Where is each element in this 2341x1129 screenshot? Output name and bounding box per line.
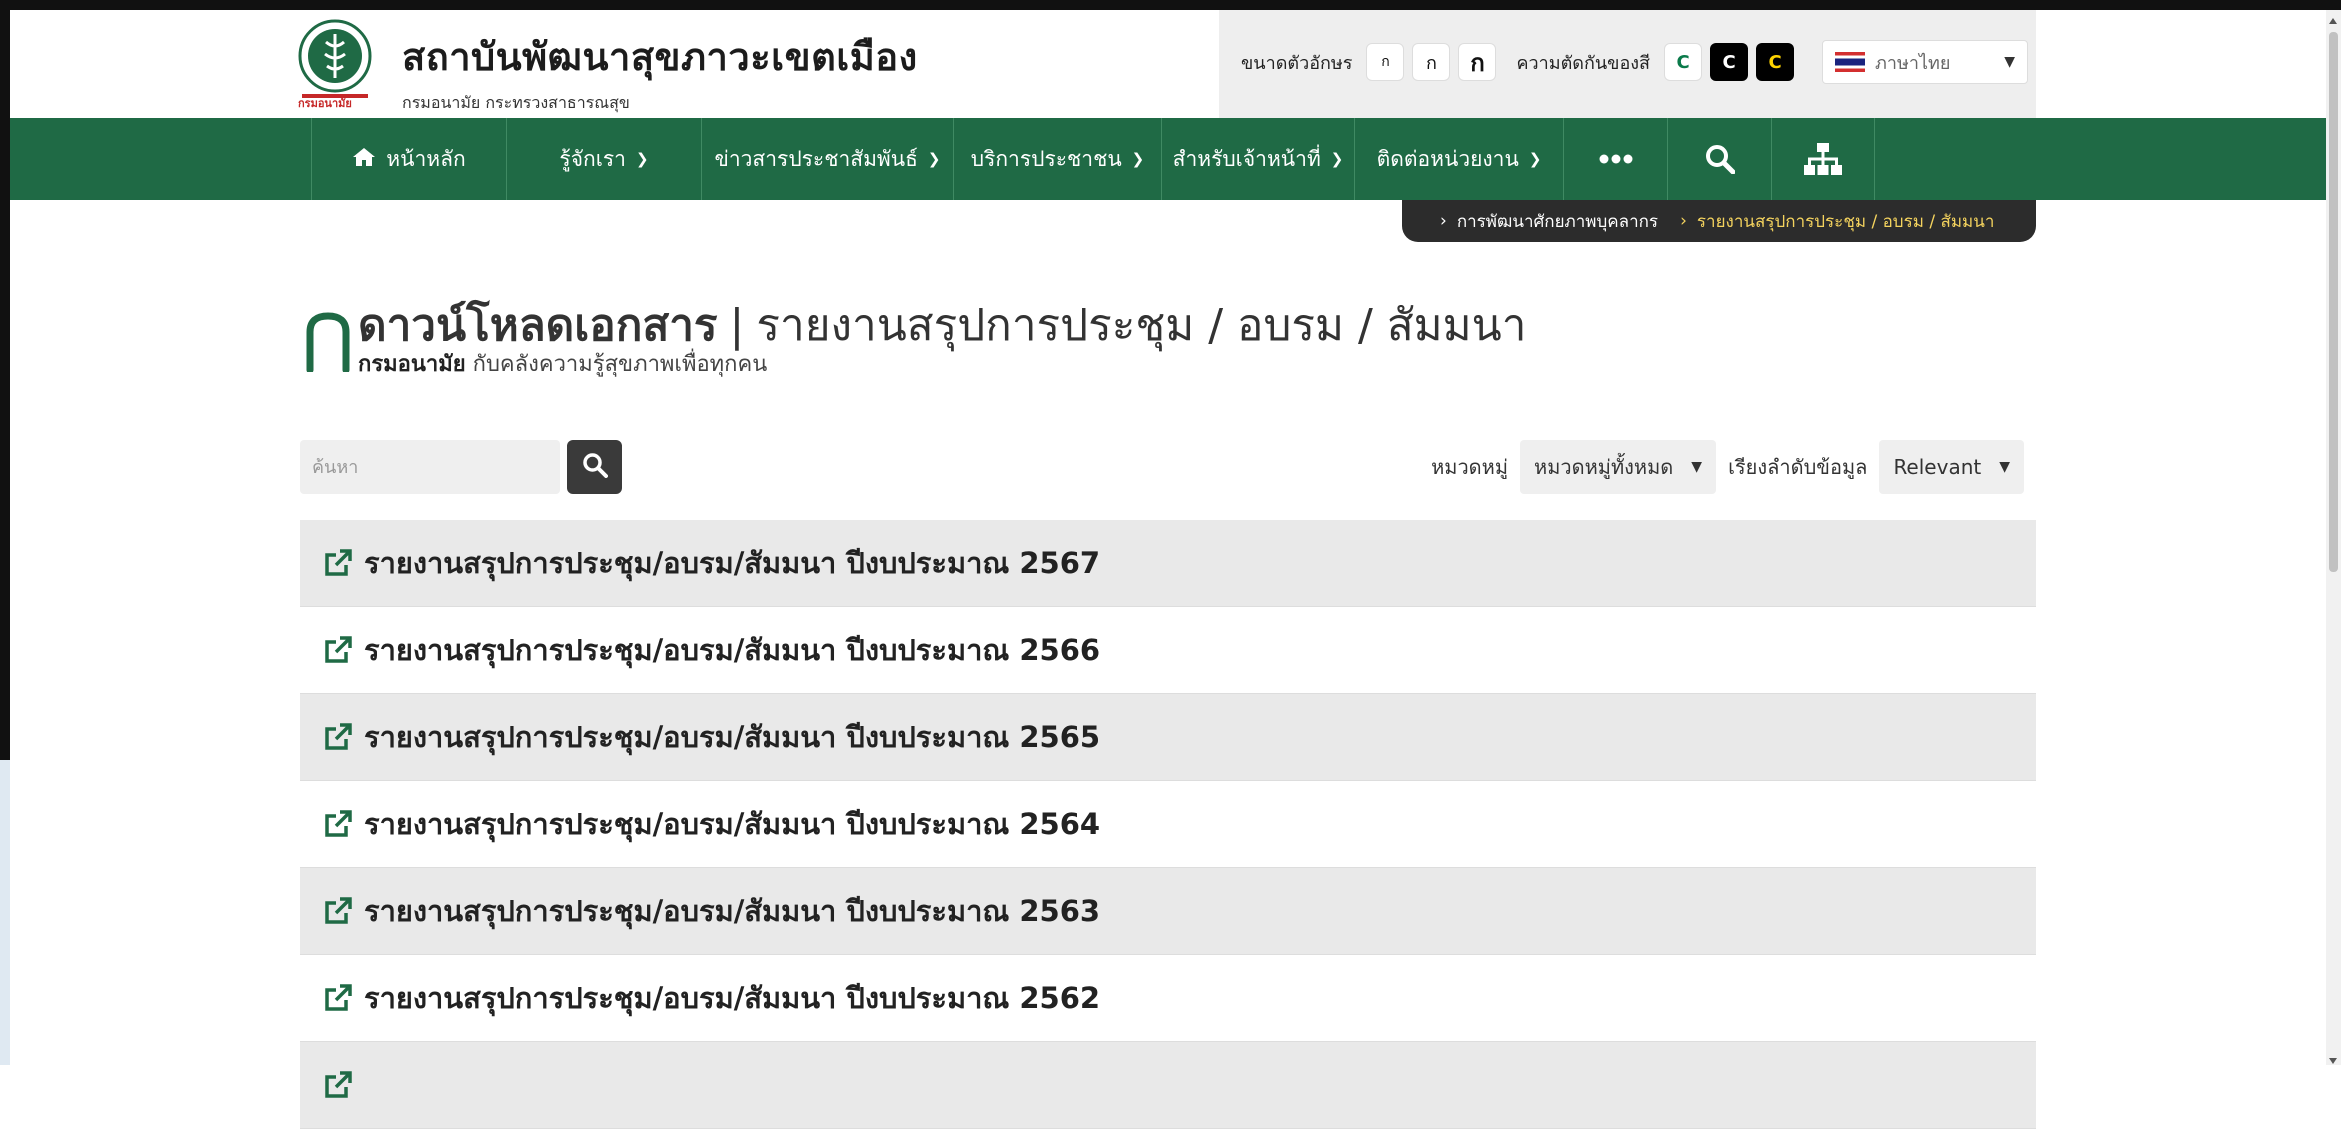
- contrast-label: ความตัดกันของสี: [1516, 52, 1651, 74]
- document-title[interactable]: รายงานสรุปการประชุม/อบรม/สัมมนา ปีงบประม…: [364, 627, 1100, 673]
- breadcrumb: › การพัฒนาศักยภาพบุคลากร › รายงานสรุปการ…: [1402, 200, 2036, 242]
- font-size-label: ขนาดตัวอักษร: [1241, 52, 1353, 74]
- language-value: ภาษาไทย: [1875, 52, 1951, 74]
- accessibility-toolbar: ขนาดตัวอักษร ก ก ก ความตัดกันของสี C C C…: [1219, 10, 2036, 118]
- ellipsis-icon: [1599, 154, 1633, 164]
- nav-contact[interactable]: ติดต่อหน่วยงาน ❯: [1354, 118, 1563, 200]
- scroll-down-icon[interactable]: [2329, 1058, 2337, 1064]
- site-brand[interactable]: กรมอนามัย สถาบันพัฒนาสุขภาวะเขตเมือง กรม…: [296, 18, 918, 116]
- document-title[interactable]: รายงานสรุปการประชุม/อบรม/สัมมนา ปีงบประม…: [364, 714, 1100, 760]
- search-icon: [582, 452, 608, 482]
- nav-sitemap-button[interactable]: [1771, 118, 1875, 200]
- tagline-bold: กรมอนามัย: [358, 352, 466, 377]
- department-logo-icon: กรมอนามัย: [296, 18, 374, 110]
- scroll-thumb[interactable]: [2329, 32, 2338, 572]
- search-icon: [1705, 144, 1735, 174]
- nav-staff-label: สำหรับเจ้าหน้าที่: [1172, 146, 1321, 171]
- nav-more-button[interactable]: [1563, 118, 1667, 200]
- nav-news-label: ข่าวสารประชาสัมพันธ์: [714, 146, 918, 171]
- site-title: สถาบันพัฒนาสุขภาวะเขตเมือง: [402, 35, 918, 79]
- nav-public-services-label: บริการประชาชน: [970, 146, 1122, 171]
- nav-home-label: หน้าหลัก: [386, 146, 466, 171]
- list-item[interactable]: รายงานสรุปการประชุม/อบรม/สัมมนา ปีงบประม…: [300, 868, 2036, 955]
- chevron-down-icon: ❯: [1528, 150, 1542, 168]
- document-title[interactable]: รายงานสรุปการประชุม/อบรม/สัมมนา ปีงบประม…: [364, 540, 1100, 586]
- category-value: หมวดหมู่ทั้งหมด: [1534, 455, 1674, 479]
- external-link-icon: [322, 721, 354, 753]
- caret-down-icon: ▼: [2004, 54, 2016, 70]
- document-title[interactable]: รายงานสรุปการประชุม/อบรม/สัมมนา ปีงบประม…: [364, 975, 1100, 1021]
- search-input[interactable]: [300, 440, 560, 494]
- nav-news[interactable]: ข่าวสารประชาสัมพันธ์ ❯: [701, 118, 953, 200]
- tagline-rest: กับคลังความรู้สุขภาพเพื่อทุกคน: [465, 352, 768, 377]
- contrast-black-white-button[interactable]: C: [1710, 43, 1749, 81]
- page-title-sub: รายงานสรุปการประชุม / อบรม / สัมมนา: [756, 300, 1527, 351]
- sort-select[interactable]: Relevant ▼: [1879, 440, 2024, 494]
- list-item[interactable]: รายงานสรุปการประชุม/อบรม/สัมมนา ปีงบประม…: [300, 955, 2036, 1042]
- list-item[interactable]: รายงานสรุปการประชุม/อบรม/สัมมนา ปีงบประม…: [300, 520, 2036, 607]
- category-label: หมวดหมู่: [1431, 455, 1509, 479]
- font-large-button[interactable]: ก: [1458, 43, 1497, 81]
- sort-label: เรียงลำดับข้อมูล: [1728, 455, 1868, 479]
- contrast-black-yellow-button[interactable]: C: [1756, 43, 1795, 81]
- chevron-down-icon: ❯: [1330, 150, 1344, 168]
- list-item[interactable]: รายงานสรุปการประชุม/อบรม/สัมมนา ปีงบประม…: [300, 781, 2036, 868]
- contrast-normal-button[interactable]: C: [1664, 43, 1703, 81]
- chevron-down-icon: ▼: [1999, 459, 2010, 475]
- list-item[interactable]: [300, 1042, 2036, 1129]
- chevron-right-icon: ›: [1440, 211, 1447, 231]
- site-subtitle: กรมอนามัย กระทรวงสาธารณสุข: [402, 93, 630, 112]
- nav-about[interactable]: รู้จักเรา ❯: [506, 118, 701, 200]
- desktop-edge: [0, 760, 10, 1065]
- font-medium-button[interactable]: ก: [1412, 43, 1451, 81]
- chevron-right-icon: ›: [1680, 211, 1687, 231]
- search-button[interactable]: [567, 440, 622, 494]
- external-link-icon: [322, 808, 354, 840]
- external-link-icon: [322, 982, 354, 1014]
- nav-about-label: รู้จักเรา: [559, 146, 626, 171]
- nav-home[interactable]: หน้าหลัก: [311, 118, 506, 200]
- page-title-main: ดาวน์โหลดเอกสาร: [358, 300, 718, 351]
- filter-row: หมวดหมู่ หมวดหมู่ทั้งหมด ▼ เรียงลำดับข้อ…: [1431, 440, 2024, 494]
- external-link-icon: [322, 895, 354, 927]
- language-select[interactable]: ภาษาไทย ▼: [1822, 40, 2029, 84]
- chevron-down-icon: ❯: [1131, 150, 1145, 168]
- list-item[interactable]: รายงานสรุปการประชุม/อบรม/สัมมนา ปีงบประม…: [300, 607, 2036, 694]
- chevron-down-icon: ▼: [1691, 459, 1703, 475]
- document-list: รายงานสรุปการประชุม/อบรม/สัมมนา ปีงบประม…: [300, 520, 2036, 1129]
- heading-decor-icon: [302, 310, 354, 374]
- sort-value: Relevant: [1893, 455, 1982, 479]
- chevron-down-icon: ❯: [635, 150, 649, 168]
- thai-flag-icon: [1835, 52, 1866, 72]
- logo-caption: กรมอนามัย: [298, 97, 352, 110]
- scroll-up-icon[interactable]: [2329, 18, 2337, 24]
- font-small-button[interactable]: ก: [1366, 43, 1405, 81]
- breadcrumb-item[interactable]: การพัฒนาศักยภาพบุคลากร: [1457, 208, 1658, 235]
- nav-public-services[interactable]: บริการประชาชน ❯: [953, 118, 1161, 200]
- list-item[interactable]: รายงานสรุปการประชุม/อบรม/สัมมนา ปีงบประม…: [300, 694, 2036, 781]
- category-select[interactable]: หมวดหมู่ทั้งหมด ▼: [1520, 440, 1717, 494]
- external-link-icon: [322, 547, 354, 579]
- document-title[interactable]: รายงานสรุปการประชุม/อบรม/สัมมนา ปีงบประม…: [364, 888, 1100, 934]
- external-link-icon: [322, 634, 354, 666]
- nav-contact-label: ติดต่อหน่วยงาน: [1376, 146, 1519, 171]
- home-icon: [352, 147, 376, 172]
- nav-search-button[interactable]: [1667, 118, 1771, 200]
- document-title[interactable]: รายงานสรุปการประชุม/อบรม/สัมมนา ปีงบประม…: [364, 801, 1100, 847]
- page-scrollbar[interactable]: [2326, 10, 2341, 1065]
- nav-staff[interactable]: สำหรับเจ้าหน้าที่ ❯: [1161, 118, 1354, 200]
- sitemap-icon: [1803, 142, 1843, 176]
- breadcrumb-current: รายงานสรุปการประชุม / อบรม / สัมมนา: [1696, 211, 1995, 232]
- main-nav: หน้าหลัก รู้จักเรา ❯ ข่าวสารประชาสัมพันธ…: [10, 118, 2326, 200]
- page-tagline: กรมอนามัย กับคลังความรู้สุขภาพเพื่อทุกคน: [358, 346, 767, 381]
- external-link-icon: [322, 1069, 354, 1101]
- chevron-down-icon: ❯: [927, 150, 941, 168]
